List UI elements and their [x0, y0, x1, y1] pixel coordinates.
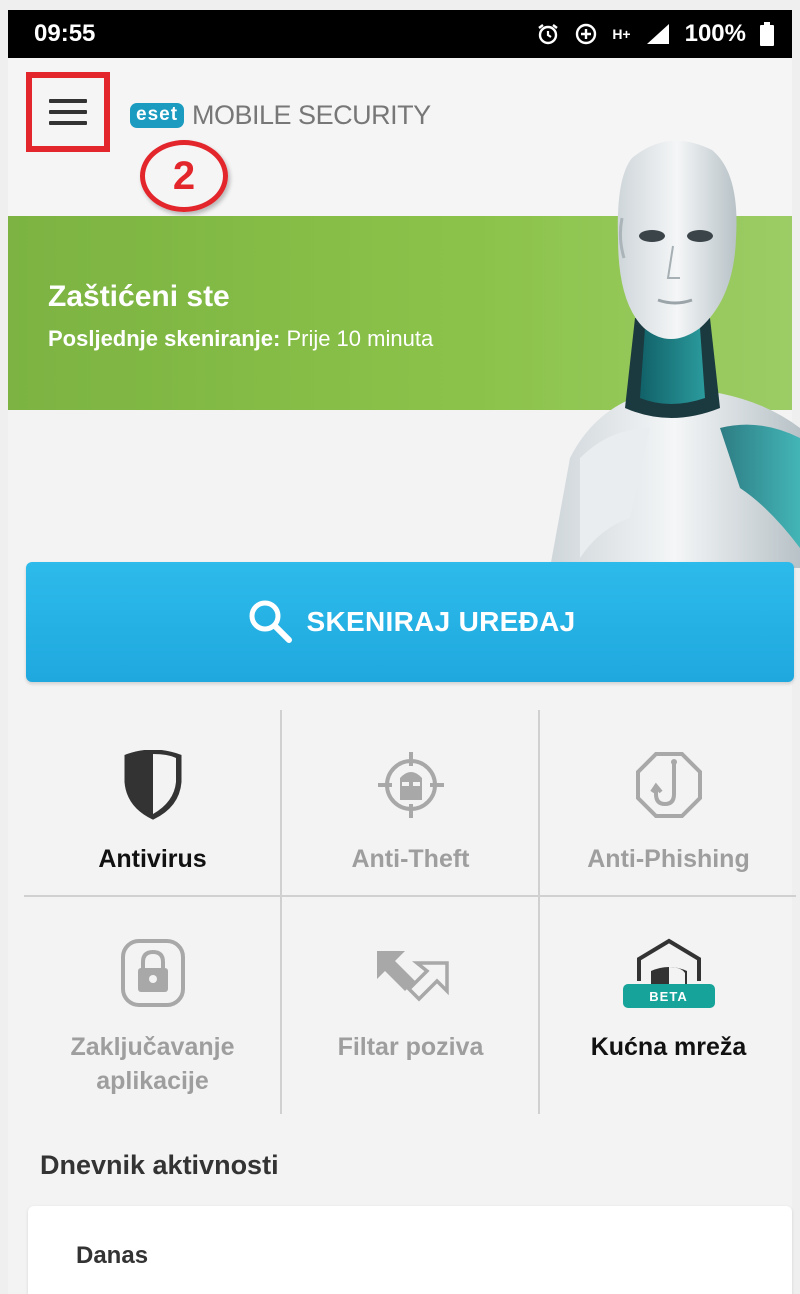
- feature-label: Zaključavanje aplikacije: [70, 1033, 235, 1095]
- call-filter-icon: [371, 938, 451, 1008]
- status-time: 09:55: [34, 20, 96, 47]
- feature-grid: Antivirus Anti-Theft Anti-Phishing Zaklj…: [24, 710, 796, 1114]
- network-type: H+: [612, 26, 631, 42]
- feature-label: Kućna mreža: [590, 1033, 747, 1061]
- activity-log-card[interactable]: Danas: [28, 1206, 792, 1294]
- beta-badge: BETA: [622, 984, 715, 1008]
- padlock-icon: [120, 938, 186, 1008]
- eset-badge: eset: [130, 103, 185, 128]
- eset-android-illustration: [550, 140, 800, 568]
- feature-call-filter[interactable]: Filtar poziva: [282, 898, 539, 1084]
- search-icon: [245, 596, 293, 649]
- feature-antivirus[interactable]: Antivirus: [24, 710, 281, 896]
- status-bar: 09:55 H+ 100%: [8, 10, 792, 58]
- hamburger-menu-button[interactable]: [26, 72, 110, 152]
- feature-anti-theft[interactable]: Anti-Theft: [282, 710, 539, 896]
- alarm-icon: [536, 22, 560, 46]
- step-marker: 2: [140, 140, 228, 212]
- screenshot-frame-left: [0, 0, 8, 1294]
- screenshot-frame-top: [0, 0, 800, 10]
- status-icons: H+ 100%: [536, 20, 774, 48]
- anti-theft-icon: [374, 750, 448, 820]
- home-network-icon: BETA: [621, 938, 717, 1008]
- eset-logo: eset MOBILE SECURITY: [130, 100, 431, 131]
- battery-percent: 100%: [684, 20, 746, 47]
- feature-app-lock[interactable]: Zaključavanje aplikacije: [24, 898, 281, 1114]
- data-saver-icon: [574, 22, 598, 46]
- network-hplus-icon: H+: [612, 27, 630, 41]
- last-scan-label: Posljednje skeniranje:: [48, 326, 281, 351]
- shield-icon: [122, 750, 184, 820]
- hamburger-icon: [49, 99, 87, 125]
- protection-status-title: Zaštićeni ste: [48, 280, 230, 313]
- feature-label: Anti-Theft: [351, 845, 470, 873]
- activity-log-title: Dnevnik aktivnosti: [40, 1150, 279, 1180]
- battery-icon: [760, 22, 774, 46]
- last-scan-value: Prije 10 minuta: [286, 326, 434, 351]
- scan-button-label: SKENIRAJ UREĐAJ: [306, 606, 576, 637]
- phishing-hook-icon: [634, 750, 704, 820]
- feature-label: Anti-Phishing: [587, 845, 750, 873]
- feature-anti-phishing[interactable]: Anti-Phishing: [540, 710, 797, 896]
- feature-label: Filtar poziva: [337, 1033, 484, 1061]
- feature-label: Antivirus: [98, 845, 207, 873]
- feature-home-network[interactable]: BETA Kućna mreža: [540, 898, 797, 1084]
- activity-today-label: Danas: [76, 1242, 149, 1269]
- last-scan-info: Posljednje skeniranje: Prije 10 minuta: [48, 326, 433, 352]
- logo-text: MOBILE SECURITY: [192, 100, 431, 130]
- scan-device-button[interactable]: SKENIRAJ UREĐAJ: [26, 562, 794, 682]
- signal-icon: [645, 22, 671, 46]
